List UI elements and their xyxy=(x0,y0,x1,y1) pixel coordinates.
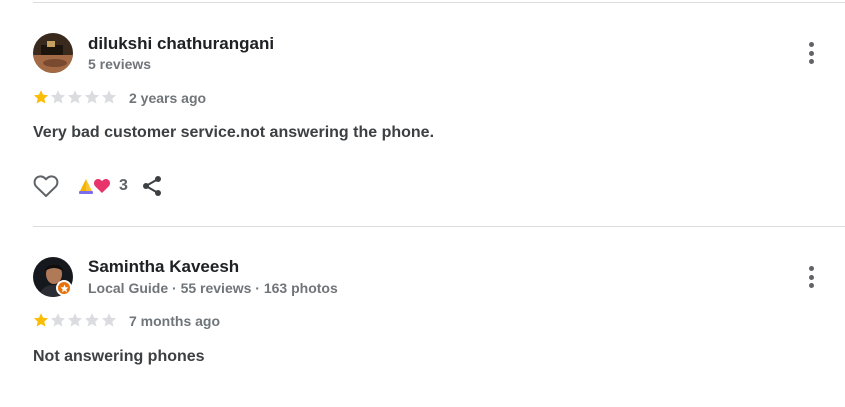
reviewer-meta[interactable]: Local Guide · 55 reviews · 163 photos xyxy=(88,280,338,296)
reactions-button[interactable]: 3 xyxy=(77,177,128,195)
star-rating xyxy=(33,89,117,105)
heart-outline-icon xyxy=(33,175,59,197)
reaction-count: 3 xyxy=(119,177,128,194)
more-options-button[interactable] xyxy=(801,40,821,66)
reviewer-name[interactable]: Samintha Kaveesh xyxy=(88,257,239,277)
share-icon xyxy=(142,176,161,196)
local-guide-badge xyxy=(56,280,72,296)
star-filled-icon xyxy=(33,313,49,327)
star-rating xyxy=(33,312,117,328)
star-empty-icon xyxy=(84,90,100,104)
star-empty-icon xyxy=(50,313,66,327)
star-empty-icon xyxy=(101,90,117,104)
more-options-button[interactable] xyxy=(801,264,821,290)
more-vert-icon xyxy=(808,266,814,271)
top-divider xyxy=(33,2,845,3)
heart-emoji-icon xyxy=(94,179,110,193)
star-empty-icon xyxy=(67,90,83,104)
review-text: Very bad customer service.not answering … xyxy=(33,124,435,141)
star-empty-icon xyxy=(50,90,66,104)
review-time: 2 years ago xyxy=(129,90,207,106)
more-vert-icon xyxy=(808,42,814,47)
like-button[interactable] xyxy=(33,174,59,198)
share-button[interactable] xyxy=(141,175,163,197)
review-actions: 3 xyxy=(33,174,163,198)
review-time: 7 months ago xyxy=(129,313,221,329)
star-badge-icon xyxy=(59,283,69,292)
star-empty-icon xyxy=(67,313,83,327)
review-divider xyxy=(33,226,845,227)
star-filled-icon xyxy=(33,90,49,104)
avatar[interactable] xyxy=(33,33,73,73)
star-empty-icon xyxy=(101,313,117,327)
review-text: Not answering phones xyxy=(33,348,205,365)
reviewer-meta[interactable]: 5 reviews xyxy=(88,56,151,72)
star-empty-icon xyxy=(84,313,100,327)
reviewer-name[interactable]: dilukshi chathurangani xyxy=(88,34,274,54)
